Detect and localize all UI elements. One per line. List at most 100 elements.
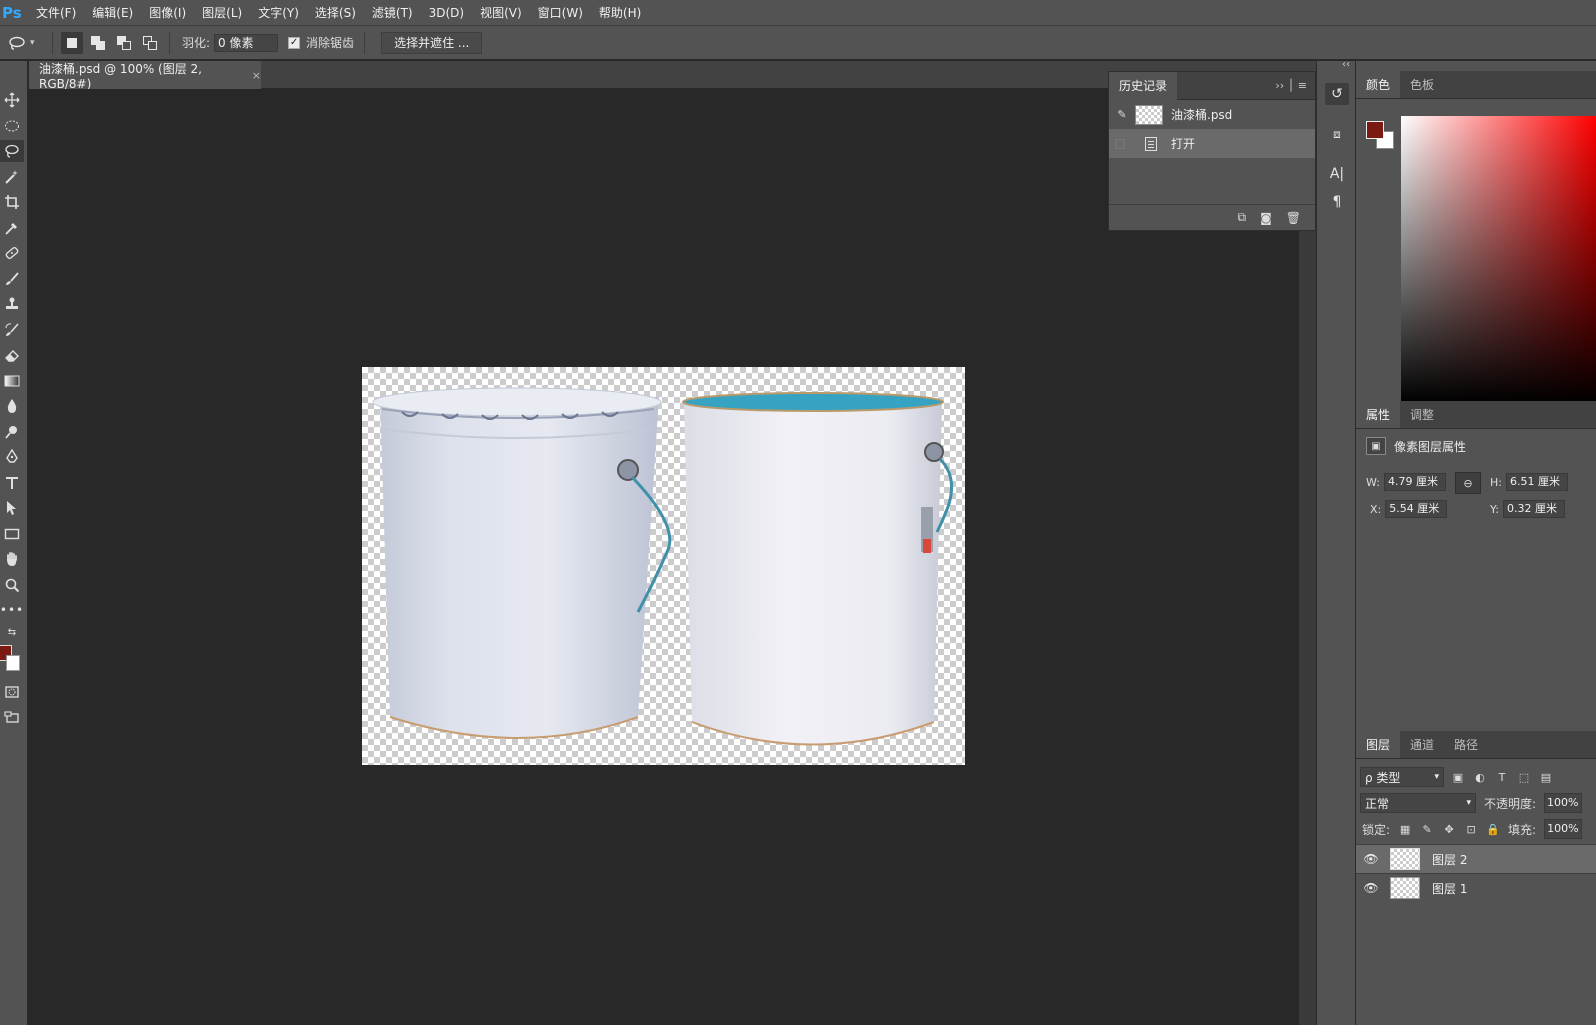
marquee-tool[interactable] xyxy=(0,115,24,137)
collapse-panels-icon[interactable]: ‹‹ xyxy=(1342,59,1350,70)
type-filter-icon[interactable]: T xyxy=(1494,769,1510,785)
brush-tool[interactable] xyxy=(0,268,24,290)
menu-type[interactable]: 文字(Y) xyxy=(250,4,307,21)
menu-file[interactable]: 文件(F) xyxy=(28,4,84,21)
lock-pixels-icon[interactable]: ✎ xyxy=(1420,822,1434,836)
crop-icon xyxy=(5,195,19,209)
add-to-selection-button[interactable] xyxy=(87,32,109,54)
tab-color[interactable]: 颜色 xyxy=(1356,70,1401,98)
layer-row[interactable]: 👁 图层 1 xyxy=(1356,873,1596,902)
type-tool[interactable] xyxy=(0,472,24,494)
x-input[interactable]: 5.54 厘米 xyxy=(1385,500,1448,518)
move-tool[interactable] xyxy=(0,89,24,111)
crop-tool[interactable] xyxy=(0,191,24,213)
tab-history[interactable]: 历史记录 xyxy=(1109,71,1178,100)
glyph-panel-button[interactable]: ⧈ xyxy=(1325,123,1349,145)
menu-edit[interactable]: 编辑(E) xyxy=(84,4,141,21)
eyedropper-tool[interactable] xyxy=(0,217,24,239)
history-brush-source-icon[interactable]: ✎ xyxy=(1115,108,1129,122)
blend-mode-select[interactable]: 正常 ▾ xyxy=(1360,793,1476,813)
document-title: 油漆桶.psd @ 100% (图层 2, RGB/8#) xyxy=(39,61,202,91)
lock-transparency-icon[interactable]: ▦ xyxy=(1398,822,1412,836)
magic-wand-tool[interactable] xyxy=(0,166,24,188)
screen-mode-button[interactable] xyxy=(0,706,24,728)
menu-window[interactable]: 窗口(W) xyxy=(530,4,591,21)
panel-menu-icon[interactable]: ›› │ ≡ xyxy=(1275,79,1307,92)
link-dimensions-button[interactable]: ⊖ xyxy=(1455,472,1481,494)
feather-input[interactable]: 0 像素 xyxy=(214,33,279,52)
tab-adjustments[interactable]: 调整 xyxy=(1400,400,1444,428)
color-picker-field[interactable] xyxy=(1401,116,1596,403)
swap-icon: ⇆ xyxy=(7,626,17,638)
new-selection-button[interactable] xyxy=(61,31,83,54)
tab-channels[interactable]: 通道 xyxy=(1400,730,1444,758)
width-input[interactable]: 4.79 厘米 xyxy=(1383,473,1446,491)
lock-position-icon[interactable]: ✥ xyxy=(1442,822,1456,836)
more-tools-button[interactable]: ••• xyxy=(0,599,24,621)
clone-stamp-tool[interactable] xyxy=(0,293,24,315)
history-panel-button[interactable]: ↺ xyxy=(1325,83,1349,105)
tool-preset-picker[interactable]: ▾ xyxy=(0,36,46,50)
background-color-swatch[interactable] xyxy=(6,655,20,671)
menu-view[interactable]: 视图(V) xyxy=(472,4,530,21)
height-input[interactable]: 6.51 厘米 xyxy=(1505,473,1568,491)
image-filter-icon[interactable]: ▣ xyxy=(1450,769,1466,785)
lock-artboard-icon[interactable]: ⊡ xyxy=(1464,822,1478,836)
lock-all-icon[interactable]: 🔒 xyxy=(1486,822,1500,836)
menu-select[interactable]: 选择(S) xyxy=(307,4,364,21)
hand-tool[interactable] xyxy=(0,548,24,570)
new-document-from-state-icon[interactable]: ⧉ xyxy=(1238,210,1247,225)
close-icon[interactable]: × xyxy=(252,69,261,82)
healing-brush-tool[interactable] xyxy=(0,242,24,264)
menu-help[interactable]: 帮助(H) xyxy=(591,4,649,21)
layer-kind-filter[interactable]: ρ 类型 ▾ xyxy=(1360,767,1444,787)
select-and-mask-button[interactable]: 选择并遮住 ... xyxy=(381,31,483,54)
rectangle-tool[interactable] xyxy=(0,523,24,545)
character-panel-button[interactable]: A| xyxy=(1325,163,1349,185)
zoom-tool[interactable] xyxy=(0,574,24,596)
visibility-eye-icon[interactable]: 👁 xyxy=(1356,852,1386,866)
subtract-from-selection-button[interactable] xyxy=(113,32,135,54)
document-canvas[interactable] xyxy=(362,367,965,765)
width-field: W: 4.79 厘米 xyxy=(1366,473,1446,491)
tab-layers[interactable]: 图层 xyxy=(1356,730,1401,758)
history-brush-tool[interactable] xyxy=(0,319,24,341)
eraser-tool[interactable] xyxy=(0,344,24,366)
history-state-row[interactable]: 打开 xyxy=(1109,129,1315,158)
antialias-checkbox[interactable]: ✓ xyxy=(288,36,301,49)
camera-icon[interactable]: ◙ xyxy=(1260,211,1272,225)
pen-tool[interactable] xyxy=(0,446,24,468)
swap-colors-button[interactable]: ⇆ xyxy=(0,621,24,643)
history-snapshot-row[interactable]: ✎ 油漆桶.psd xyxy=(1109,100,1315,129)
paragraph-panel-button[interactable]: ¶ xyxy=(1325,191,1349,213)
path-selection-tool[interactable] xyxy=(0,497,24,519)
intersect-selection-button[interactable] xyxy=(139,32,161,54)
adjustment-filter-icon[interactable]: ◐ xyxy=(1472,769,1488,785)
layer-thumbnail xyxy=(1390,848,1420,870)
menu-image[interactable]: 图像(I) xyxy=(141,4,194,21)
menu-3d[interactable]: 3D(D) xyxy=(421,6,472,20)
quick-mask-button[interactable] xyxy=(0,681,24,703)
layer-row[interactable]: 👁 图层 2 xyxy=(1356,844,1596,873)
tab-properties[interactable]: 属性 xyxy=(1356,400,1401,428)
dodge-tool[interactable] xyxy=(0,421,24,443)
tab-swatches[interactable]: 色板 xyxy=(1400,70,1444,98)
foreground-color-chip[interactable] xyxy=(1366,121,1384,139)
tab-paths[interactable]: 路径 xyxy=(1444,730,1488,758)
smart-object-filter-icon[interactable]: ▤ xyxy=(1538,769,1554,785)
fill-input[interactable]: 100% xyxy=(1544,819,1582,839)
y-input[interactable]: 0.32 厘米 xyxy=(1502,500,1565,518)
gradient-tool[interactable] xyxy=(0,370,24,392)
menu-layer[interactable]: 图层(L) xyxy=(194,4,250,21)
history-source-checkbox[interactable] xyxy=(1115,138,1125,149)
chevron-down-icon: ▾ xyxy=(1434,772,1439,782)
history-panel-footer: ⧉ ◙ 🗑 xyxy=(1109,204,1315,230)
blur-tool[interactable] xyxy=(0,395,24,417)
menu-filter[interactable]: 滤镜(T) xyxy=(364,4,421,21)
visibility-eye-icon[interactable]: 👁 xyxy=(1356,881,1386,895)
lasso-tool[interactable] xyxy=(0,140,24,162)
document-tab[interactable]: 油漆桶.psd @ 100% (图层 2, RGB/8#) × xyxy=(29,61,261,91)
shape-filter-icon[interactable]: ⬚ xyxy=(1516,769,1532,785)
opacity-input[interactable]: 100% xyxy=(1544,793,1582,813)
trash-icon[interactable]: 🗑 xyxy=(1286,211,1301,225)
